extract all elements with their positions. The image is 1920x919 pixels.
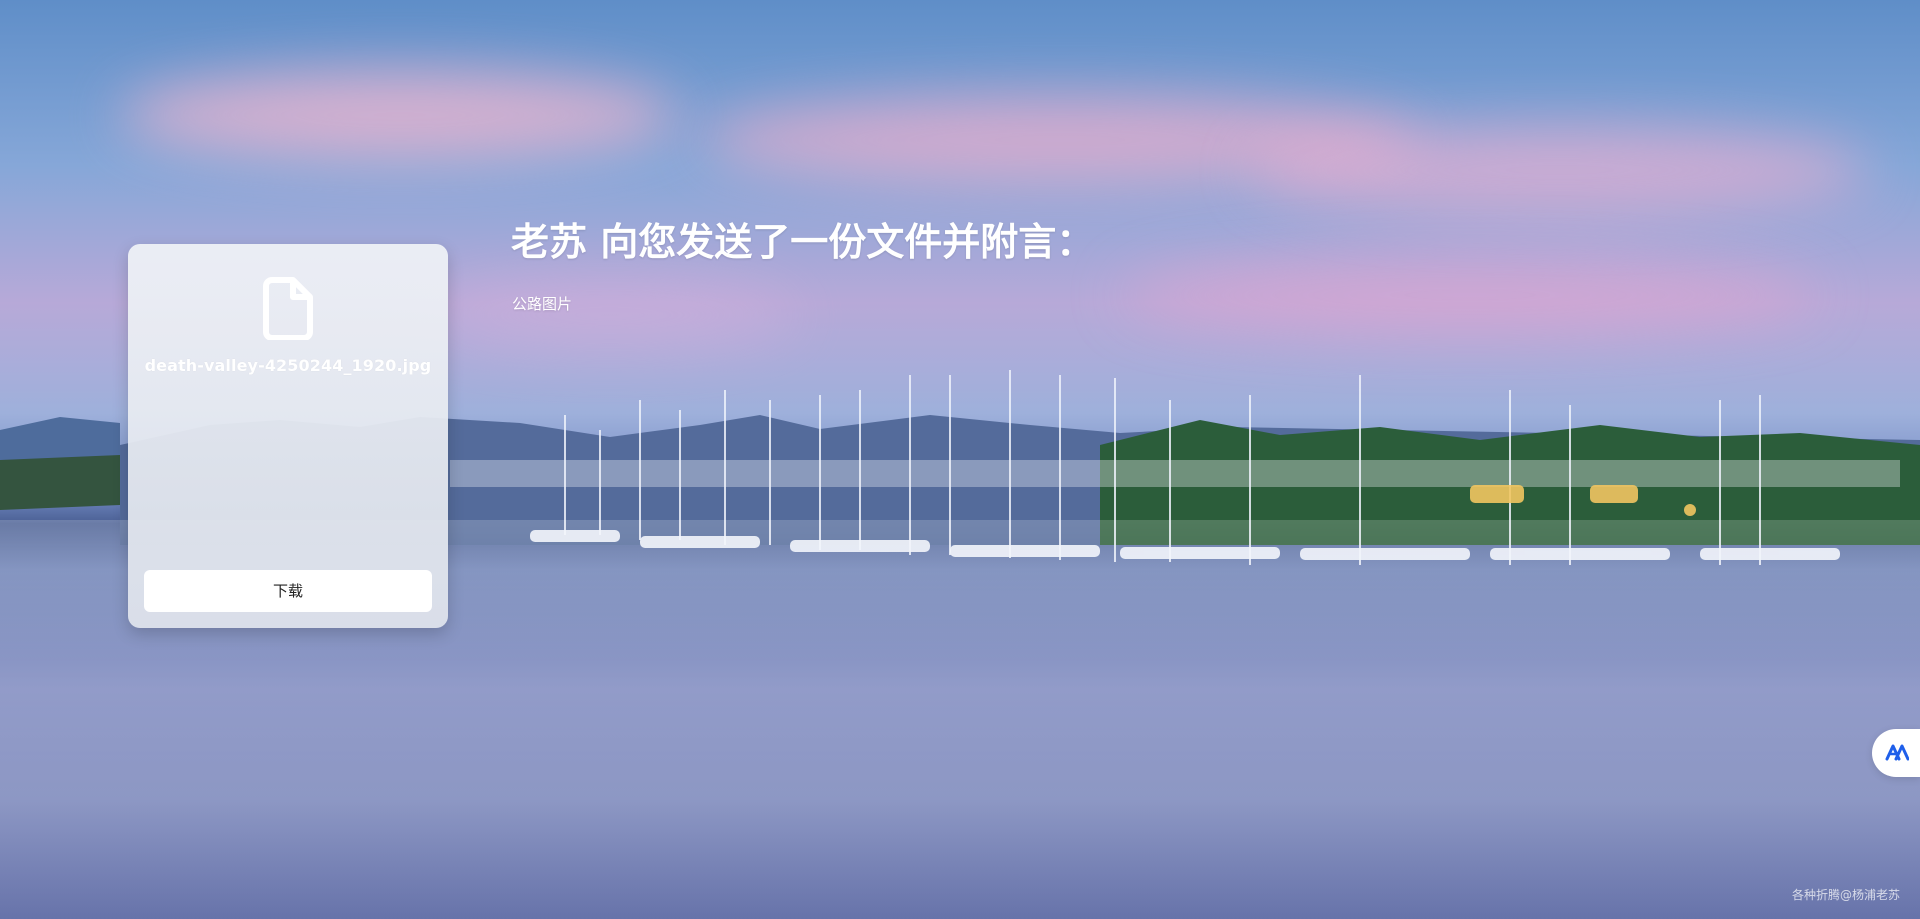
message-title: 老苏 向您发送了一份文件并附言： — [511, 220, 1095, 264]
share-page: death-valley-4250244_1920.jpg 下载 老苏 向您发送… — [0, 0, 1920, 919]
cloud — [700, 95, 1420, 185]
watermark-text: 各种折腾@杨浦老苏 — [1791, 888, 1900, 902]
download-button[interactable]: 下载 — [144, 570, 432, 612]
cloud — [420, 280, 800, 350]
document-icon — [262, 276, 314, 341]
floating-logo-button[interactable] — [1872, 729, 1920, 777]
cloud — [120, 70, 680, 160]
message-note: 公路图片 — [512, 295, 573, 313]
cloud — [1250, 125, 1870, 215]
file-name: death-valley-4250244_1920.jpg — [144, 356, 432, 375]
file-card: death-valley-4250244_1920.jpg 下载 — [128, 244, 448, 628]
cloud — [1120, 255, 1820, 335]
